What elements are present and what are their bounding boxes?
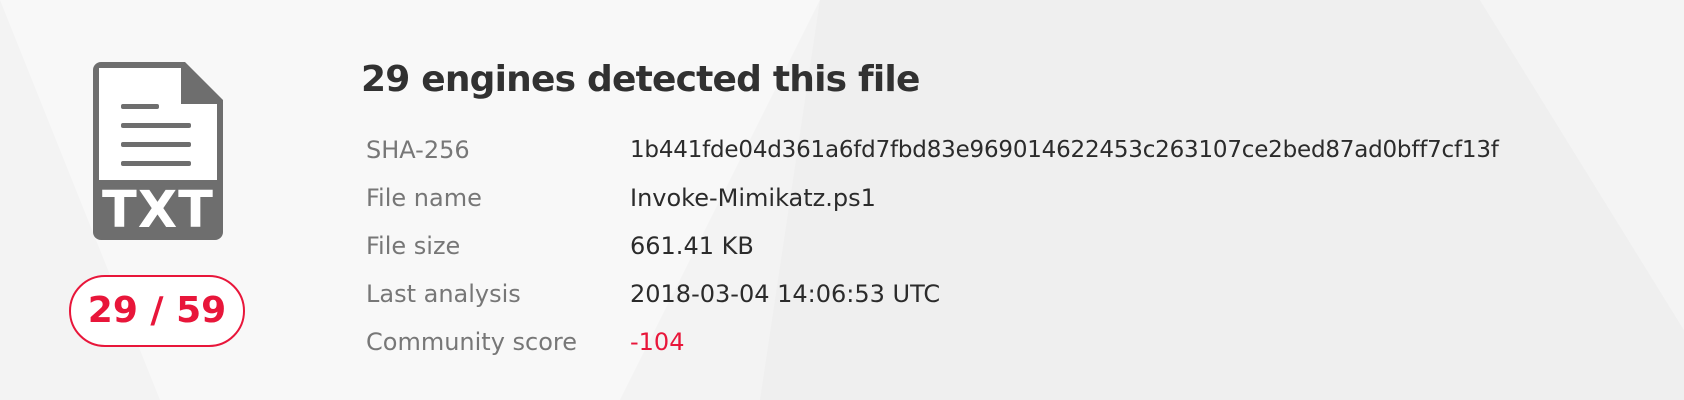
- file-size-value: 661.41 KB: [630, 232, 754, 260]
- file-name-value: Invoke-Mimikatz.ps1: [630, 184, 876, 212]
- detail-row-file-name: File name Invoke-Mimikatz.ps1: [366, 174, 1499, 222]
- file-type-label: TXT: [102, 181, 214, 240]
- txt-file-icon: TXT: [93, 62, 223, 240]
- detail-row-community-score: Community score -104: [366, 318, 1499, 366]
- community-score-label: Community score: [366, 328, 578, 356]
- last-analysis-label: Last analysis: [366, 280, 521, 308]
- sha256-value[interactable]: 1b441fde04d361a6fd7fbd83e969014622453c26…: [630, 137, 1499, 163]
- community-score-value: -104: [630, 328, 685, 356]
- file-details: SHA-256 1b441fde04d361a6fd7fbd83e9690146…: [366, 126, 1499, 366]
- sha256-label: SHA-256: [366, 136, 470, 164]
- detail-row-sha256: SHA-256 1b441fde04d361a6fd7fbd83e9690146…: [366, 126, 1499, 174]
- file-name-label: File name: [366, 184, 482, 212]
- detection-ratio-badge: 29 / 59: [69, 275, 245, 347]
- detail-row-file-size: File size 661.41 KB: [366, 222, 1499, 270]
- detection-headline: 29 engines detected this file: [361, 59, 920, 100]
- detail-row-last-analysis: Last analysis 2018-03-04 14:06:53 UTC: [366, 270, 1499, 318]
- last-analysis-value: 2018-03-04 14:06:53 UTC: [630, 280, 941, 308]
- file-size-label: File size: [366, 232, 461, 260]
